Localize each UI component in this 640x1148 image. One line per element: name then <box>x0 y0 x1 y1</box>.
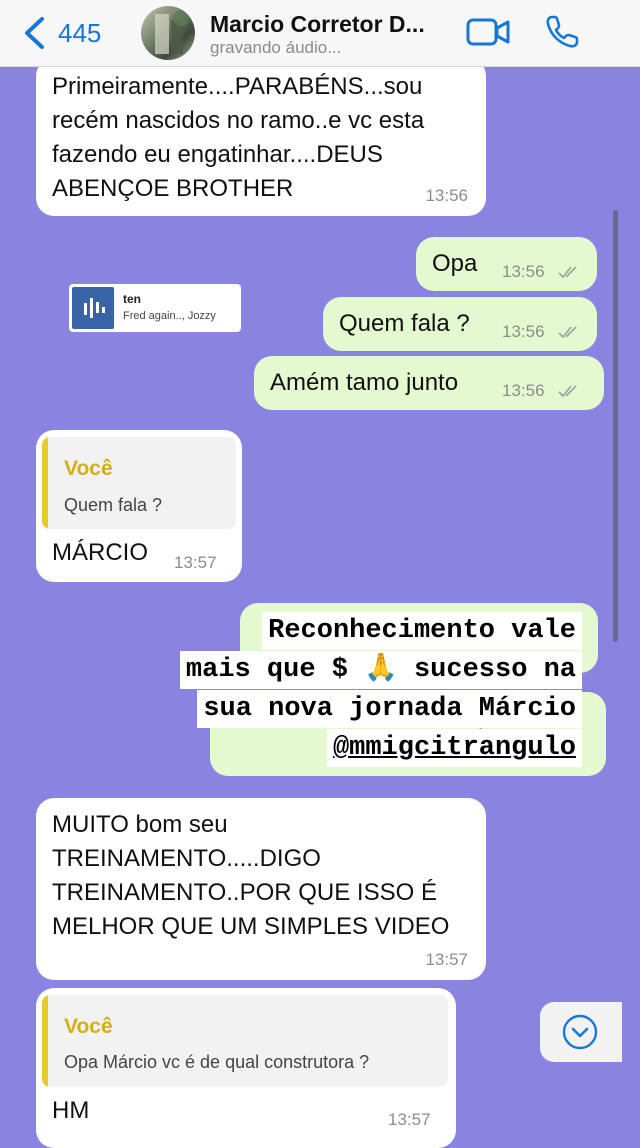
overlay-text-line: sua nova jornada Márcio <box>197 690 582 728</box>
chevron-left-icon[interactable] <box>22 16 48 50</box>
quote-bar <box>42 437 48 529</box>
contact-name[interactable]: Marcio Corretor D... <box>210 11 425 38</box>
chevron-down-icon <box>562 1014 598 1050</box>
message-time: 13:56 <box>502 322 545 341</box>
message-text: MUITO bom seu TREINAMENTO.....DIGO TREIN… <box>52 811 450 940</box>
music-title: ten <box>123 292 141 306</box>
message-time: 13:57 <box>388 1110 431 1129</box>
message-text: Quem fala ? <box>339 310 470 337</box>
music-sticker[interactable]: ten Fred again.., Jozzy <box>69 284 241 332</box>
unread-count[interactable]: 445 <box>58 18 101 49</box>
music-artist: Fred again.., Jozzy <box>123 310 216 322</box>
message-incoming-reply[interactable]: Você Quem fala ? MÁRCIO 13:57 <box>36 430 242 582</box>
message-time: 13:56 <box>502 262 545 281</box>
message-outgoing[interactable]: Opa 13:56 <box>416 237 597 291</box>
avatar[interactable] <box>141 6 195 60</box>
contact-status: gravando áudio... <box>210 38 342 57</box>
message-incoming[interactable]: Primeiramente....PARABÉNS...sou recém na… <box>36 58 486 216</box>
album-art <box>72 287 114 329</box>
overlay-text-line: mais que $ 🙏 sucesso na <box>179 651 582 689</box>
message-text: HM <box>52 1097 90 1124</box>
phone-icon[interactable] <box>544 14 580 50</box>
message-time: 13:57 <box>425 950 468 969</box>
double-check-icon <box>558 385 577 398</box>
message-time: 13:56 <box>425 186 468 205</box>
quote-text: Opa Márcio vc é de qual construtora ? <box>64 1052 370 1072</box>
chat-header: 445 Marcio Corretor D... gravando áudio.… <box>0 0 640 67</box>
message-text: Primeiramente....PARABÉNS...sou recém na… <box>52 73 425 202</box>
message-text: Opa <box>432 250 478 277</box>
quoted-message[interactable]: Você Opa Márcio vc é de qual construtora… <box>42 995 448 1087</box>
quote-author: Você <box>64 1015 113 1038</box>
message-outgoing[interactable]: Quem fala ? 13:56 <box>323 297 597 351</box>
message-incoming[interactable]: MUITO bom seu TREINAMENTO.....DIGO TREIN… <box>36 798 486 980</box>
message-time: 13:57 <box>174 553 217 572</box>
message-text: Amém tamo junto <box>270 369 459 396</box>
double-check-icon <box>558 326 577 339</box>
quote-bar <box>42 995 48 1087</box>
message-time: 13:56 <box>502 381 545 400</box>
overlay-mention[interactable]: @mmigcitrangulo <box>326 729 582 767</box>
scroll-to-bottom-button[interactable] <box>540 1002 622 1062</box>
quoted-message[interactable]: Você Quem fala ? <box>42 437 236 529</box>
quote-text: Quem fala ? <box>64 495 163 515</box>
message-incoming-reply[interactable]: Você Opa Márcio vc é de qual construtora… <box>36 988 456 1148</box>
video-camera-icon[interactable] <box>466 16 510 48</box>
message-text: MÁRCIO <box>52 539 148 566</box>
message-outgoing[interactable]: Amém tamo junto 13:56 <box>254 356 604 410</box>
double-check-icon <box>558 266 577 279</box>
overlay-text-line: Reconhecimento vale <box>262 612 582 650</box>
scrollbar[interactable] <box>613 210 618 642</box>
quote-author: Você <box>64 457 113 480</box>
